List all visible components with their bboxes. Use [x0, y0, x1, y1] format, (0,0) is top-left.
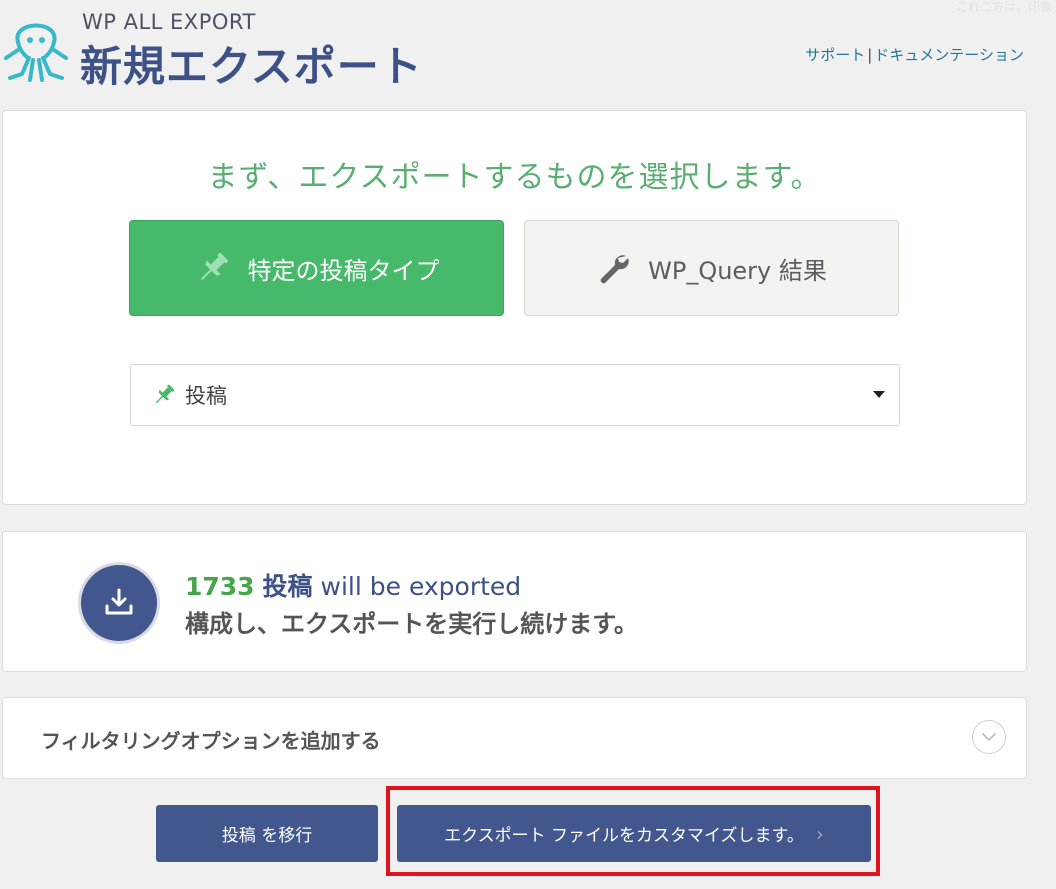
link-separator: | [867, 46, 873, 64]
support-link[interactable]: サポート [805, 46, 865, 64]
download-icon [81, 565, 157, 641]
migrate-posts-button[interactable]: 投稿 を移行 [156, 805, 378, 862]
page-title: 新規エクスポート [80, 42, 423, 91]
export-type-panel: まず、エクスポートするものを選択します。 特定の投稿タイプ WP_Query 結… [2, 110, 1027, 505]
export-continue-text: 構成し、エクスポートを実行し続けます。 [185, 610, 638, 638]
post-type-select[interactable]: 投稿 [130, 364, 900, 426]
chevron-down-icon[interactable] [972, 720, 1006, 754]
export-post-type: 投稿 [262, 572, 313, 601]
wp-query-button[interactable]: WP_Query 結果 [524, 220, 899, 316]
pushpin-icon [151, 382, 177, 408]
faint-corner-text: これ二方は。印象 [955, 0, 1052, 14]
selected-post-type: 投稿 [185, 384, 227, 408]
export-count-line: 1733 投稿 will be exported [185, 567, 521, 603]
filter-options-label: フィルタリングオプションを追加する [41, 729, 381, 753]
will-be-exported-text: will be exported [320, 572, 522, 601]
customize-export-label: エクスポート ファイルをカスタマイズします。 [444, 826, 804, 846]
top-links: サポート | ドキュメンテーション [805, 44, 1024, 65]
brand-name: WP ALL EXPORT [82, 10, 256, 34]
specific-post-type-button[interactable]: 特定の投稿タイプ [129, 220, 504, 316]
export-count-panel: 1733 投稿 will be exported 構成し、エクスポートを実行し続… [2, 531, 1027, 672]
wp-query-label: WP_Query 結果 [648, 256, 827, 285]
pushpin-icon [194, 249, 232, 287]
select-heading: まず、エクスポートするものを選択します。 [207, 160, 822, 195]
filter-options-panel[interactable]: フィルタリングオプションを追加する [2, 697, 1027, 779]
caret-down-icon [873, 391, 885, 398]
wrench-icon [596, 250, 632, 286]
documentation-link[interactable]: ドキュメンテーション [874, 46, 1024, 64]
specific-post-type-label: 特定の投稿タイプ [247, 256, 440, 285]
export-count: 1733 [185, 572, 255, 601]
migrate-posts-label: 投稿 を移行 [221, 826, 313, 846]
customize-export-file-button[interactable]: エクスポート ファイルをカスタマイズします。 › [397, 805, 871, 862]
wp-all-export-logo-icon [2, 8, 72, 84]
chevron-right-icon: › [815, 821, 824, 846]
